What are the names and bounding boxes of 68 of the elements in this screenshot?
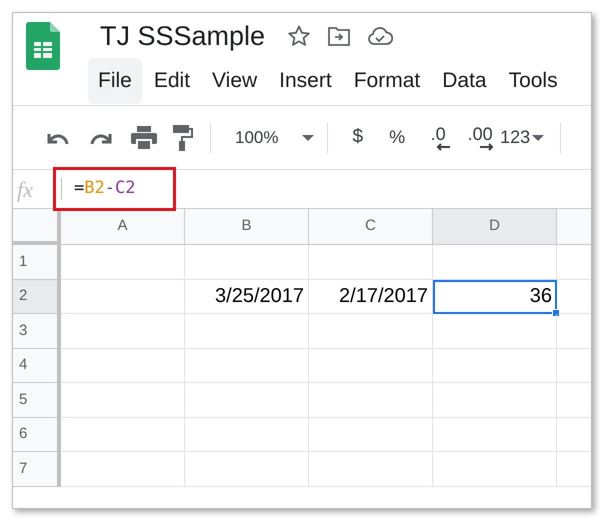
table-cell[interactable]	[185, 245, 309, 280]
table-cell[interactable]	[185, 348, 309, 383]
menu-item[interactable]: Insert	[269, 58, 342, 104]
row-header[interactable]: 3	[13, 314, 61, 348]
table-cell[interactable]: 3/25/2017	[185, 280, 309, 314]
table-cell[interactable]	[433, 245, 557, 280]
menu-item[interactable]: Data	[432, 58, 497, 104]
currency-format-button[interactable]: $	[352, 123, 364, 152]
spreadsheet-logo-icon[interactable]	[26, 22, 60, 70]
table-cell[interactable]	[185, 314, 309, 348]
print-icon[interactable]	[131, 126, 157, 150]
table-cell[interactable]	[433, 383, 557, 418]
caret-icon	[532, 134, 544, 140]
row-header[interactable]: 5	[13, 383, 61, 418]
column-header[interactable]	[557, 209, 591, 245]
column-header[interactable]: A	[61, 209, 185, 245]
percent-format-button[interactable]: %	[389, 124, 406, 151]
table-cell[interactable]	[61, 418, 185, 452]
folder-icon[interactable]	[327, 25, 352, 47]
row-header[interactable]: 4	[13, 348, 61, 383]
row-header[interactable]: 1	[13, 245, 61, 280]
table-cell[interactable]	[61, 314, 185, 348]
fill-handle[interactable]	[552, 309, 560, 317]
menu-item[interactable]: Edit	[144, 58, 200, 104]
column-header[interactable]: C	[309, 209, 433, 245]
table-cell[interactable]: 2/17/2017	[309, 280, 433, 314]
table-cell[interactable]	[309, 314, 433, 348]
menu-item[interactable]: File	[88, 58, 142, 104]
table-cell[interactable]	[61, 348, 185, 383]
star-icon[interactable]	[287, 24, 312, 48]
select-all-corner[interactable]	[13, 209, 61, 245]
table-cell[interactable]	[433, 348, 557, 383]
table-cell[interactable]	[185, 383, 309, 418]
table-cell[interactable]	[61, 452, 185, 486]
table-cell[interactable]	[61, 280, 185, 314]
row-header[interactable]: 6	[13, 418, 61, 452]
table-cell[interactable]	[309, 383, 433, 418]
more-formats-button[interactable]: 123	[500, 124, 544, 151]
table-cell[interactable]: 36	[433, 280, 557, 314]
row-header[interactable]: 7	[13, 452, 61, 486]
table-cell[interactable]	[309, 418, 433, 452]
cloud-check-icon[interactable]	[367, 26, 394, 46]
table-cell[interactable]	[309, 452, 433, 486]
column-header[interactable]: D	[433, 209, 557, 245]
function-label: fx	[16, 176, 34, 204]
table-cell[interactable]	[61, 383, 185, 418]
document-title[interactable]: TJ SSSample	[100, 16, 266, 56]
zoom-selector[interactable]: 100%	[235, 124, 314, 150]
menu-item[interactable]: View	[202, 58, 268, 104]
table-cell[interactable]	[61, 245, 185, 280]
decrease-decimals-button[interactable]: .0	[426, 124, 450, 150]
table-cell[interactable]	[185, 452, 309, 486]
table-cell[interactable]	[433, 314, 557, 348]
increase-decimals-button[interactable]: .00	[466, 124, 494, 150]
left-arrow-icon	[436, 142, 450, 150]
column-header[interactable]: B	[185, 209, 309, 245]
menu-item[interactable]: Tools	[498, 58, 568, 104]
right-arrow-icon	[480, 142, 494, 150]
table-cell[interactable]	[433, 418, 557, 452]
table-cell[interactable]	[433, 452, 557, 486]
table-cell[interactable]	[309, 348, 433, 383]
row-header[interactable]: 2	[13, 280, 61, 314]
caret-icon	[302, 134, 314, 140]
paint-roller-icon[interactable]	[173, 124, 193, 150]
table-cell[interactable]	[309, 245, 433, 280]
menu-item[interactable]: Format	[344, 58, 430, 104]
formula-input[interactable]: =B2-C2	[74, 176, 136, 202]
table-cell[interactable]	[185, 418, 309, 452]
